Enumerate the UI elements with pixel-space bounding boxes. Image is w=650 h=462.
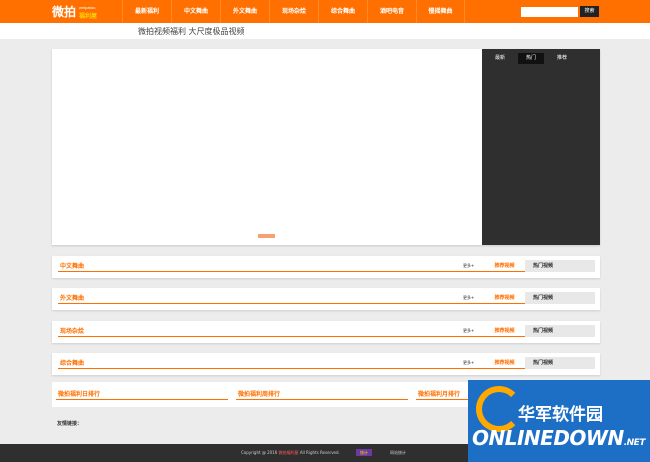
- category-row: 综合舞曲 更多+ 推荐视频 热门视频: [52, 353, 600, 375]
- watermark-en-text: ONLINEDOWN.NET: [472, 426, 645, 450]
- category-title[interactable]: 现场杂烩: [60, 326, 84, 335]
- footer-brand-link[interactable]: 微拍福利屋: [279, 450, 299, 455]
- copyright-text: Copyright @ 2016 微拍福利屋 All Rights Reserv…: [241, 450, 340, 456]
- tab-recommended-videos[interactable]: 推荐视频: [487, 260, 522, 272]
- category-title[interactable]: 外文舞曲: [60, 293, 84, 302]
- friend-links-label: 友情链接：: [57, 421, 83, 427]
- ranking-title[interactable]: 微拍福利周排行: [238, 389, 280, 398]
- stat-logo-icon[interactable]: 统计: [356, 449, 372, 456]
- more-link[interactable]: 更多+: [463, 328, 474, 334]
- slider-indicator[interactable]: [258, 234, 275, 238]
- category-row: 现场杂烩 更多+ 推荐视频 热门视频: [52, 321, 600, 343]
- video-slider[interactable]: [52, 49, 482, 245]
- divider: [58, 336, 532, 337]
- stat-link[interactable]: 网站统计: [390, 450, 406, 456]
- ranking-daily: 微拍福利日排行: [52, 382, 232, 407]
- main-nav: 最新福利 中文舞曲 外文舞曲 现场杂烩 综合舞曲 酒吧电音 慢摇舞曲: [122, 0, 465, 23]
- featured-section: 最新 热门 推荐: [52, 49, 600, 245]
- category-row: 外文舞曲 更多+ 推荐视频 热门视频: [52, 288, 600, 310]
- category-title[interactable]: 中文舞曲: [60, 261, 84, 270]
- more-link[interactable]: 更多+: [463, 295, 474, 301]
- watermark-cn-text: 华军软件园: [518, 405, 603, 425]
- divider: [56, 399, 228, 400]
- nav-item-general-dance[interactable]: 综合舞曲: [318, 0, 367, 23]
- category-title[interactable]: 综合舞曲: [60, 358, 84, 367]
- nav-item-live-mix[interactable]: 现场杂烩: [269, 0, 318, 23]
- logo-sub-text: 福利屋: [79, 13, 98, 20]
- tab-recommended-videos[interactable]: 推荐视频: [487, 292, 522, 304]
- ranking-title[interactable]: 微拍福利日排行: [58, 389, 100, 398]
- side-tabs: 最新 热门 推荐: [482, 53, 575, 64]
- divider: [236, 399, 408, 400]
- divider: [58, 303, 532, 304]
- divider: [58, 271, 532, 272]
- nav-item-slow-dance[interactable]: 慢摇舞曲: [416, 0, 465, 23]
- top-bar: 微拍 weipaiwu 福利屋 最新福利 中文舞曲 外文舞曲 现场杂烩 综合舞曲…: [0, 0, 650, 23]
- copyright-prefix: Copyright @ 2016: [241, 450, 279, 455]
- tab-hot-videos[interactable]: 热门视频: [525, 357, 595, 369]
- nav-item-bar-electronic[interactable]: 酒吧电音: [367, 0, 416, 23]
- watermark-en-main: ONLINEDOWN: [472, 426, 624, 450]
- nav-item-foreign-dance[interactable]: 外文舞曲: [220, 0, 269, 23]
- category-row: 中文舞曲 更多+ 推荐视频 热门视频: [52, 256, 600, 278]
- side-panel: 最新 热门 推荐: [482, 49, 600, 245]
- search-button[interactable]: 搜索: [580, 6, 599, 17]
- more-link[interactable]: 更多+: [463, 263, 474, 269]
- search-input[interactable]: [521, 7, 578, 17]
- title-strip: 微拍视频福利 大尺度极品视频: [0, 23, 650, 39]
- ranking-title[interactable]: 微拍福利月排行: [418, 389, 460, 398]
- tab-hot-videos[interactable]: 热门视频: [525, 260, 595, 272]
- tab-recommended-videos[interactable]: 推荐视频: [487, 325, 522, 337]
- tab-latest[interactable]: 最新: [487, 53, 513, 64]
- watermark-net: .NET: [623, 438, 646, 448]
- ranking-weekly: 微拍福利周排行: [232, 382, 412, 407]
- logo-small-text: weipaiwu: [79, 5, 96, 10]
- copyright-suffix: All Rights Reserved.: [298, 450, 340, 455]
- tab-hot-videos[interactable]: 热门视频: [525, 292, 595, 304]
- page-title: 微拍视频福利 大尺度极品视频: [138, 27, 245, 36]
- watermark-logo: 华军软件园 ONLINEDOWN.NET: [468, 380, 650, 462]
- site-logo[interactable]: 微拍 weipaiwu 福利屋: [52, 3, 104, 20]
- more-link[interactable]: 更多+: [463, 360, 474, 366]
- nav-item-latest[interactable]: 最新福利: [122, 0, 171, 23]
- tab-recommended[interactable]: 推荐: [549, 53, 575, 64]
- tab-recommended-videos[interactable]: 推荐视频: [487, 357, 522, 369]
- tab-hot-videos[interactable]: 热门视频: [525, 325, 595, 337]
- nav-item-chinese-dance[interactable]: 中文舞曲: [171, 0, 220, 23]
- tab-hot[interactable]: 热门: [518, 53, 544, 64]
- divider: [58, 368, 532, 369]
- logo-text: 微拍: [52, 5, 77, 19]
